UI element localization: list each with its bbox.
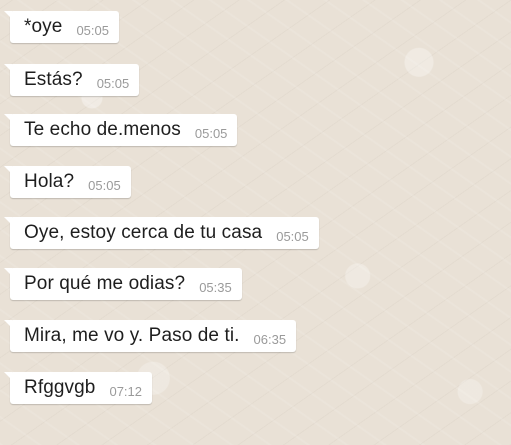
message-timestamp: 05:35 <box>199 279 232 295</box>
message-timestamp: 05:05 <box>88 177 121 193</box>
chat-conversation: *oye 05:05 Estás? 05:05 Te echo de.menos… <box>0 0 511 445</box>
message-bubble[interactable]: Estás? 05:05 <box>3 64 140 96</box>
message-timestamp: 05:05 <box>76 22 109 38</box>
message-bubble[interactable]: *oye 05:05 <box>4 11 119 43</box>
message-timestamp: 05:05 <box>96 75 130 91</box>
message-text: Mira, me vo y. Paso de ti. <box>24 325 240 346</box>
message-text: *oye <box>24 16 63 37</box>
message-text: Te echo de.menos <box>24 119 181 140</box>
message-text: Oye, estoy cerca de tu casa <box>24 222 263 243</box>
message-bubble[interactable]: Oye, estoy cerca de tu casa 05:05 <box>4 217 319 249</box>
message-timestamp: 07:12 <box>109 383 143 399</box>
message-timestamp: 06:35 <box>253 331 287 347</box>
message-text: Estás? <box>24 69 83 90</box>
message-timestamp: 05:05 <box>276 228 309 244</box>
message-text: Por qué me odias? <box>24 273 186 294</box>
message-bubble[interactable]: Te echo de.menos 05:05 <box>3 114 238 146</box>
message-bubble[interactable]: Mira, me vo y. Paso de ti. 06:35 <box>3 320 297 352</box>
message-bubble[interactable]: Por qué me odias? 05:35 <box>4 268 242 300</box>
message-bubble[interactable]: Hola? 05:05 <box>4 166 131 198</box>
message-bubble[interactable]: Rfggvgb 07:12 <box>3 372 153 404</box>
message-text: Hola? <box>24 171 75 192</box>
message-text: Rfggvgb <box>24 377 96 398</box>
message-timestamp: 05:05 <box>194 125 228 141</box>
